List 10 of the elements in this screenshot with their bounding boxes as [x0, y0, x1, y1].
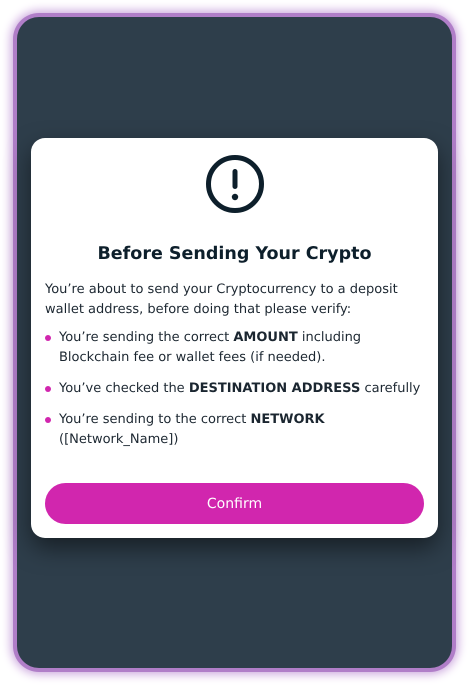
warning-icon [204, 154, 264, 214]
bullet-icon [45, 335, 51, 341]
intro-text: You’re about to send your Cryptocurrency to a deposit wallet address, before doing that please verify: [45, 281, 399, 319]
confirm-button[interactable]: Confirm [45, 483, 424, 524]
bullet-icon [45, 386, 51, 392]
bullet-icon [45, 417, 51, 423]
checklist-item: You’ve checked the DESTINATION ADDRESS carefully [59, 380, 420, 398]
checklist-item: You’re sending to the correct NETWORK ([Network_Name]) [59, 411, 326, 449]
dialog-title: Before Sending Your Crypto [96, 244, 373, 264]
checklist-item: You’re sending the correct AMOUNT including Blockchain fee or wallet fees (if needed). [59, 329, 362, 367]
